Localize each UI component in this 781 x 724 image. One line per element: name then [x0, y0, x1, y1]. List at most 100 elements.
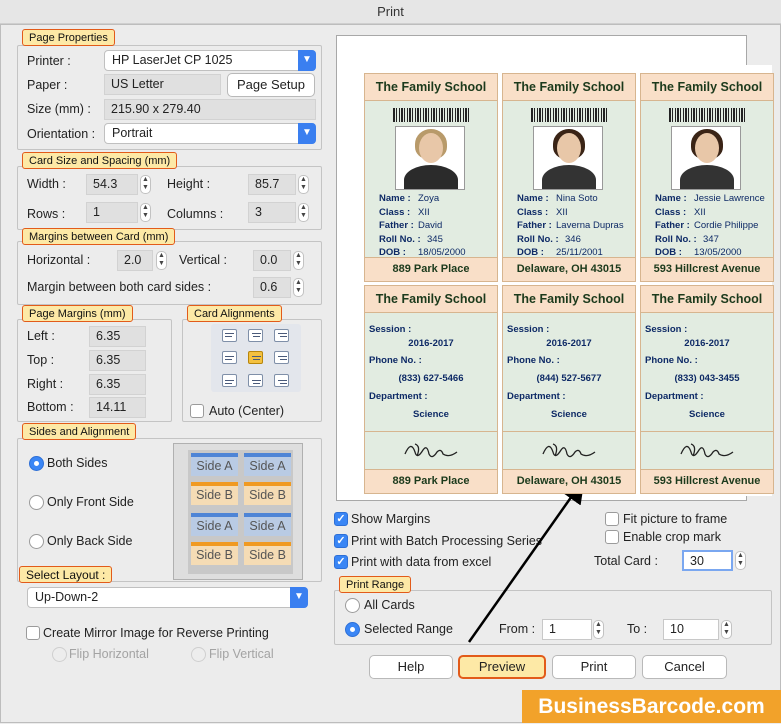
- card-phone: (844) 527-5677: [536, 373, 602, 384]
- crop-mark-label: Enable crop mark: [623, 530, 721, 544]
- both-sides-margin-stepper[interactable]: ▲ ▼: [293, 278, 304, 297]
- flip-horizontal-radio[interactable]: [52, 647, 67, 662]
- all-cards-radio[interactable]: [345, 598, 360, 613]
- excel-label: Print with data from excel: [351, 555, 492, 569]
- top-margin-field[interactable]: 6.35: [89, 350, 146, 371]
- flip-vertical-label: Flip Vertical: [209, 647, 274, 661]
- card-field-value: Nina Soto: [556, 193, 598, 204]
- vertical-stepper[interactable]: ▲ ▼: [293, 251, 304, 270]
- to-stepper[interactable]: ▲ ▼: [721, 620, 732, 639]
- card-field-label: Name :: [379, 193, 411, 204]
- columns-stepper[interactable]: ▲ ▼: [298, 203, 309, 222]
- align-bottom-center-icon[interactable]: [248, 374, 263, 387]
- width-stepper[interactable]: ▲ ▼: [140, 175, 151, 194]
- paper-field: US Letter: [104, 74, 221, 95]
- page-properties-title: Page Properties: [22, 29, 115, 46]
- print-button[interactable]: Print: [552, 655, 636, 679]
- side-a-box: Side A: [244, 513, 291, 536]
- auto-center-checkbox[interactable]: [190, 404, 204, 418]
- horizontal-stepper[interactable]: ▲ ▼: [156, 251, 167, 270]
- crop-mark-checkbox[interactable]: [605, 530, 619, 544]
- both-sides-margin-label: Margin between both card sides :: [27, 280, 212, 294]
- to-field[interactable]: 10: [663, 619, 719, 640]
- id-card-front: The Family School Name : Zoya Class : XII Fat…: [364, 73, 498, 282]
- rows-stepper[interactable]: ▲ ▼: [140, 203, 151, 222]
- align-center-icon[interactable]: [248, 351, 263, 364]
- mirror-checkbox[interactable]: [26, 626, 40, 640]
- excel-checkbox[interactable]: ✓: [334, 555, 348, 569]
- orientation-value: Portrait: [112, 126, 153, 140]
- flip-horizontal-label: Flip Horizontal: [69, 647, 149, 661]
- student-photo: [671, 126, 741, 190]
- horizontal-field[interactable]: 2.0: [117, 250, 153, 271]
- card-address: Delaware, OH 43015: [503, 257, 635, 281]
- bottom-margin-label: Bottom :: [27, 400, 74, 414]
- card-field-label: Father :: [517, 220, 552, 231]
- back-side-radio[interactable]: [29, 534, 44, 549]
- student-photo: [533, 126, 603, 190]
- side-a-box: Side A: [244, 453, 291, 476]
- margins-between-title: Margins between Card (mm): [22, 228, 176, 245]
- both-sides-radio[interactable]: [29, 456, 44, 471]
- card-field-label: Session :: [369, 324, 412, 335]
- card-school-title: The Family School: [365, 286, 497, 313]
- side-a-box: Side A: [191, 453, 238, 476]
- card-field-value: XII: [418, 206, 430, 218]
- card-school-title: The Family School: [641, 74, 773, 101]
- right-margin-field[interactable]: 6.35: [89, 374, 146, 395]
- total-card-stepper[interactable]: ▲ ▼: [735, 551, 746, 570]
- from-field[interactable]: 1: [542, 619, 592, 640]
- left-margin-label: Left :: [27, 329, 55, 343]
- both-sides-margin-field[interactable]: 0.6: [253, 277, 291, 298]
- cancel-button[interactable]: Cancel: [642, 655, 727, 679]
- card-field-value: Jessie Lawrence: [694, 193, 765, 204]
- layout-select[interactable]: Up-Down-2 ▼: [27, 587, 308, 608]
- fit-picture-checkbox[interactable]: [605, 512, 619, 526]
- alignment-grid: [211, 324, 301, 392]
- orientation-select[interactable]: Portrait ▼: [104, 123, 316, 144]
- layout-value: Up-Down-2: [35, 590, 99, 604]
- chevron-down-icon: ▼: [290, 587, 308, 608]
- card-field-label: Department :: [507, 391, 566, 402]
- vertical-field[interactable]: 0.0: [253, 250, 291, 271]
- align-bottom-right-icon[interactable]: [274, 374, 289, 387]
- to-label: To :: [627, 622, 648, 636]
- card-field-label: Phone No. :: [507, 355, 560, 366]
- card-department: Science: [551, 409, 587, 420]
- selected-range-label: Selected Range: [364, 622, 453, 636]
- id-card-front: The Family School Name : Nina Soto Class : X…: [502, 73, 636, 282]
- card-field-value: Laverna Dupras: [556, 220, 624, 231]
- align-bottom-left-icon[interactable]: [222, 374, 237, 387]
- align-top-center-icon[interactable]: [248, 329, 263, 342]
- show-margins-checkbox[interactable]: ✓: [334, 512, 348, 526]
- preview-button[interactable]: Preview: [458, 655, 546, 679]
- card-session: 2016-2017: [684, 338, 730, 349]
- left-margin-field[interactable]: 6.35: [89, 326, 146, 347]
- page-setup-button[interactable]: Page Setup: [227, 73, 315, 97]
- align-top-right-icon[interactable]: [274, 329, 289, 342]
- rows-field[interactable]: 1: [86, 202, 138, 223]
- printer-label: Printer :: [27, 54, 71, 68]
- back-side-label: Only Back Side: [47, 534, 133, 548]
- align-middle-left-icon[interactable]: [222, 351, 237, 364]
- columns-field[interactable]: 3: [248, 202, 296, 223]
- total-card-field[interactable]: 30: [682, 550, 733, 571]
- flip-vertical-radio[interactable]: [191, 647, 206, 662]
- align-middle-right-icon[interactable]: [274, 351, 289, 364]
- help-button[interactable]: Help: [369, 655, 453, 679]
- from-stepper[interactable]: ▲ ▼: [593, 620, 604, 639]
- bottom-margin-field[interactable]: 14.11: [89, 397, 146, 418]
- align-top-left-icon[interactable]: [222, 329, 237, 342]
- front-side-radio[interactable]: [29, 495, 44, 510]
- horizontal-label: Horizontal :: [27, 253, 91, 267]
- card-field-label: Phone No. :: [645, 355, 698, 366]
- batch-checkbox[interactable]: ✓: [334, 534, 348, 548]
- height-field[interactable]: 85.7: [248, 174, 296, 195]
- card-field-value: 345: [427, 233, 443, 245]
- selected-range-radio[interactable]: [345, 622, 360, 637]
- card-row-father: Father : Laverna Dupras: [517, 220, 624, 231]
- card-field-value: XII: [556, 206, 568, 218]
- width-field[interactable]: 54.3: [86, 174, 138, 195]
- printer-select[interactable]: HP LaserJet CP 1025 ▼: [104, 50, 316, 71]
- height-stepper[interactable]: ▲ ▼: [298, 175, 309, 194]
